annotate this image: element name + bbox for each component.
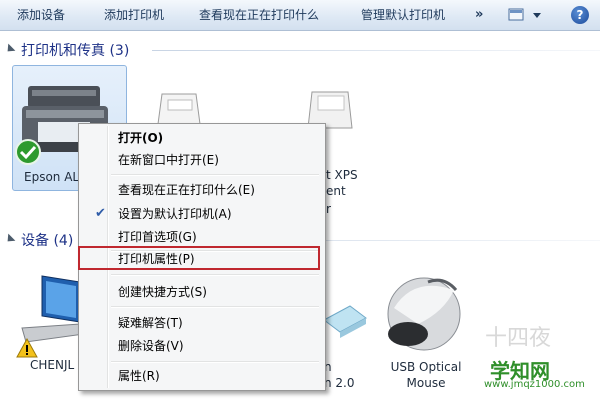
fax-printer-icon[interactable] <box>150 90 210 126</box>
menu-separator <box>111 174 319 176</box>
menu-item-create-shortcut[interactable]: 创建快捷方式(S) <box>81 281 321 303</box>
menu-item-label: 打印首选项(G) <box>118 230 197 244</box>
menu-item-troubleshoot[interactable]: 疑难解答(T) <box>81 312 321 334</box>
menu-separator <box>111 361 319 363</box>
change-view-icon[interactable] <box>507 7 545 23</box>
manage-default-printers-button[interactable]: 管理默认打印机 <box>361 0 445 30</box>
menu-item-remove-device[interactable]: 删除设备(V) <box>81 335 321 357</box>
printer-label: r <box>326 202 331 216</box>
device-label: USB Optical <box>390 360 462 374</box>
command-bar: 添加设备 添加打印机 查看现在正在打印什么 管理默认打印机 » ? <box>0 0 600 31</box>
menu-item-open[interactable]: 打开(O) <box>81 127 321 149</box>
menu-item-label: 设置为默认打印机(A) <box>118 207 232 221</box>
menu-item-label: 属性(R) <box>118 369 160 383</box>
menu-item-label: 疑难解答(T) <box>118 316 183 330</box>
see-printing-button[interactable]: 查看现在正在打印什么 <box>199 0 319 30</box>
checkmark-icon: ✔ <box>95 206 106 221</box>
more-commands-button[interactable]: » <box>475 0 483 30</box>
device-label: n 2.0 <box>324 376 355 390</box>
printer-label: ent <box>326 184 346 198</box>
default-printer-check-icon <box>15 139 41 165</box>
printer-label: t XPS <box>326 168 358 182</box>
usb-hub-icon[interactable] <box>320 300 370 340</box>
mouse-icon[interactable] <box>374 268 470 354</box>
menu-item-printing-preferences[interactable]: 打印首选项(G) <box>81 226 321 248</box>
warning-icon <box>16 338 38 358</box>
menu-separator <box>111 274 319 276</box>
watermark-url: www.jmqz1000.com <box>484 379 585 390</box>
menu-item-properties[interactable]: 属性(R) <box>81 365 321 387</box>
menu-separator <box>111 306 319 308</box>
menu-item-label: 删除设备(V) <box>118 339 184 353</box>
menu-item-label: 在新窗口中打开(E) <box>118 153 219 167</box>
menu-item-see-printing[interactable]: 查看现在正在打印什么(E) <box>81 179 321 201</box>
menu-item-open-new-window[interactable]: 在新窗口中打开(E) <box>81 149 321 171</box>
devices-group-title: 设备 (4) <box>21 233 74 249</box>
add-printer-button[interactable]: 添加打印机 <box>104 0 164 30</box>
help-icon[interactable]: ? <box>571 6 589 24</box>
divider <box>152 50 600 51</box>
menu-item-set-default[interactable]: ✔ 设置为默认打印机(A) <box>81 203 321 225</box>
printer-label: Epson AL <box>24 170 80 184</box>
faint-watermark: 十四夜 <box>485 326 552 351</box>
menu-item-label: 创建快捷方式(S) <box>118 285 207 299</box>
device-label: Mouse <box>406 376 446 390</box>
menu-item-label: 打开(O) <box>118 131 164 145</box>
annotation-highlight-box <box>78 246 320 270</box>
add-device-button[interactable]: 添加设备 <box>17 0 65 30</box>
printers-group-title: 打印机和传真 (3) <box>21 43 130 59</box>
printers-group-header[interactable]: 打印机和传真 (3) <box>0 40 600 60</box>
collapse-arrow-icon[interactable] <box>4 233 16 245</box>
device-label: CHENJL <box>30 358 75 372</box>
collapse-arrow-icon[interactable] <box>4 43 16 55</box>
menu-item-label: 查看现在正在打印什么(E) <box>118 183 255 197</box>
